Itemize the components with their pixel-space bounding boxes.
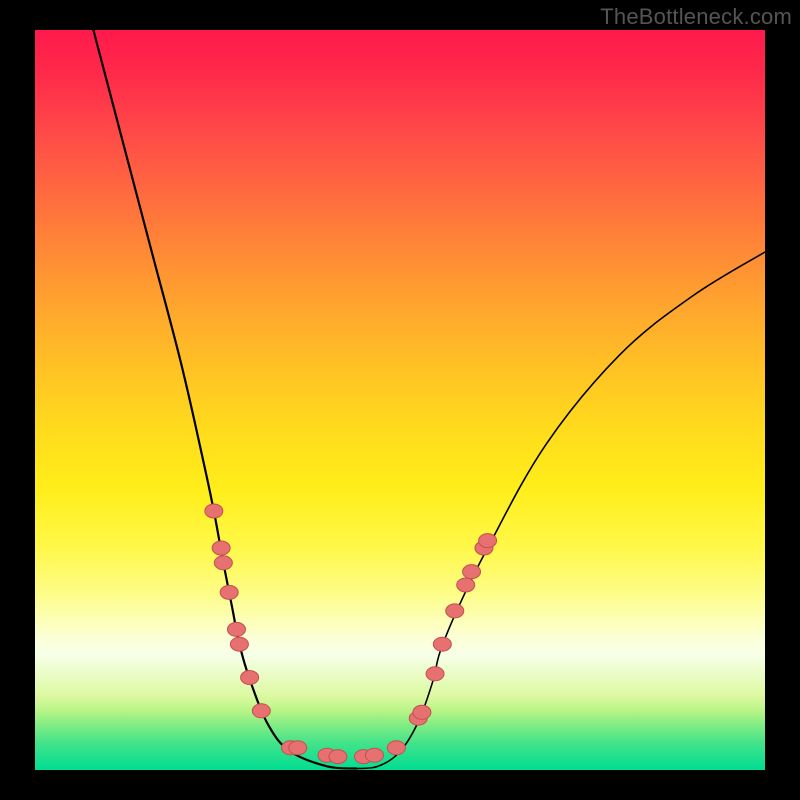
- marker-dot: [205, 504, 223, 518]
- marker-dot: [479, 534, 497, 548]
- marker-dot: [457, 578, 475, 592]
- bottleneck-curve: [35, 30, 765, 770]
- plot-area: [35, 30, 765, 770]
- marker-dot: [329, 750, 347, 764]
- marker-dot: [365, 748, 383, 762]
- marker-dot: [426, 667, 444, 681]
- marker-dot: [241, 671, 259, 685]
- marker-dot: [214, 556, 232, 570]
- marker-dot: [463, 565, 481, 579]
- marker-dot: [289, 741, 307, 755]
- marker-dot: [212, 541, 230, 555]
- curve-left-branch: [93, 30, 356, 769]
- chart-frame: TheBottleneck.com: [0, 0, 800, 800]
- watermark-text: TheBottleneck.com: [600, 4, 792, 30]
- curve-right-branch: [356, 252, 765, 769]
- marker-dot: [220, 585, 238, 599]
- marker-dot: [387, 741, 405, 755]
- marker-dot: [413, 705, 431, 719]
- marker-dot: [433, 637, 451, 651]
- marker-dot: [227, 622, 245, 636]
- marker-dot: [230, 637, 248, 651]
- marker-dots: [205, 504, 497, 764]
- marker-dot: [252, 704, 270, 718]
- marker-dot: [446, 604, 464, 618]
